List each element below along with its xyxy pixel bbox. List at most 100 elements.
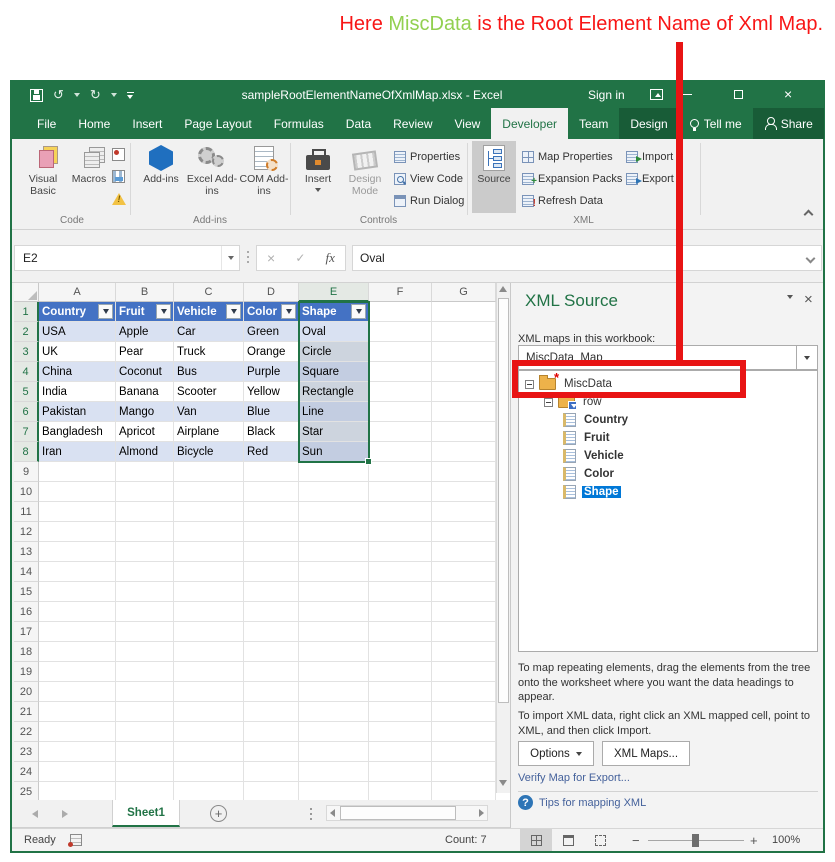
cell-B4[interactable]: Coconut xyxy=(116,362,174,382)
cell-E24[interactable] xyxy=(299,762,369,782)
cell-F5[interactable] xyxy=(369,382,432,402)
zoom-slider[interactable] xyxy=(648,840,744,841)
cell-D20[interactable] xyxy=(244,682,299,702)
cell-B25[interactable] xyxy=(116,782,174,800)
tree-item-vehicle[interactable]: Vehicle xyxy=(519,447,817,465)
cell-C14[interactable] xyxy=(174,562,244,582)
cell-C4[interactable]: Bus xyxy=(174,362,244,382)
collapse-ribbon-icon[interactable] xyxy=(804,210,814,220)
cell-D24[interactable] xyxy=(244,762,299,782)
view-code-button[interactable]: View Code xyxy=(394,170,463,188)
row-header-5[interactable]: 5 xyxy=(14,382,39,402)
cell-E13[interactable] xyxy=(299,542,369,562)
cell-E22[interactable] xyxy=(299,722,369,742)
tab-insert[interactable]: Insert xyxy=(121,108,173,139)
cell-A5[interactable]: India xyxy=(39,382,116,402)
cell-B7[interactable]: Apricot xyxy=(116,422,174,442)
cell-B12[interactable] xyxy=(116,522,174,542)
tips-link[interactable]: Tips for mapping XML xyxy=(539,797,646,809)
row-header-15[interactable]: 15 xyxy=(14,582,39,602)
next-sheet-icon[interactable] xyxy=(62,810,68,818)
cell-G9[interactable] xyxy=(432,462,496,482)
cell-D14[interactable] xyxy=(244,562,299,582)
cell-B19[interactable] xyxy=(116,662,174,682)
cell-D4[interactable]: Purple xyxy=(244,362,299,382)
row-header-7[interactable]: 7 xyxy=(14,422,39,442)
new-sheet-icon[interactable] xyxy=(210,805,227,822)
page-layout-view-button[interactable] xyxy=(552,829,584,851)
cell-B9[interactable] xyxy=(116,462,174,482)
cell-D9[interactable] xyxy=(244,462,299,482)
cell-G14[interactable] xyxy=(432,562,496,582)
cell-G24[interactable] xyxy=(432,762,496,782)
cell-E7[interactable]: Star xyxy=(299,422,369,442)
cell-D8[interactable]: Red xyxy=(244,442,299,462)
filter-dropdown-icon[interactable] xyxy=(226,304,241,319)
verify-map-link[interactable]: Verify Map for Export... xyxy=(518,772,630,784)
excel-add-ins-button[interactable]: Excel Add-ins xyxy=(186,141,238,213)
cell-F12[interactable] xyxy=(369,522,432,542)
redo-dropdown-icon[interactable] xyxy=(111,93,117,97)
insert-function-icon[interactable] xyxy=(326,250,335,266)
pane-close-icon[interactable] xyxy=(804,291,813,308)
cell-C19[interactable] xyxy=(174,662,244,682)
cell-D21[interactable] xyxy=(244,702,299,722)
cell-A21[interactable] xyxy=(39,702,116,722)
previous-sheet-icon[interactable] xyxy=(32,810,38,818)
tab-share[interactable]: Share xyxy=(753,108,824,139)
name-box-dropdown-icon[interactable] xyxy=(221,246,239,270)
cell-E8[interactable]: Sun xyxy=(299,442,369,462)
sheetbar-grip[interactable] xyxy=(310,808,312,821)
cell-D15[interactable] xyxy=(244,582,299,602)
cell-C5[interactable]: Scooter xyxy=(174,382,244,402)
filter-dropdown-icon[interactable] xyxy=(351,304,366,319)
save-icon[interactable] xyxy=(30,89,43,102)
cell-B17[interactable] xyxy=(116,622,174,642)
cell-C17[interactable] xyxy=(174,622,244,642)
xml-map-dropdown-icon[interactable] xyxy=(796,346,817,369)
cell-B5[interactable]: Banana xyxy=(116,382,174,402)
zoom-out-icon[interactable] xyxy=(632,833,640,848)
cell-G4[interactable] xyxy=(432,362,496,382)
insert-control-button[interactable]: Insert xyxy=(296,141,340,213)
tree-item-color[interactable]: Color xyxy=(519,465,817,483)
cell-D19[interactable] xyxy=(244,662,299,682)
cell-B2[interactable]: Apple xyxy=(116,322,174,342)
cell-D25[interactable] xyxy=(244,782,299,800)
column-header-E[interactable]: E xyxy=(299,283,369,302)
redo-icon[interactable] xyxy=(90,86,101,104)
cell-A23[interactable] xyxy=(39,742,116,762)
cell-G17[interactable] xyxy=(432,622,496,642)
zoom-slider-thumb[interactable] xyxy=(692,834,699,847)
customize-qat-icon[interactable] xyxy=(127,92,134,99)
cell-B21[interactable] xyxy=(116,702,174,722)
cancel-icon[interactable] xyxy=(267,250,275,266)
row-header-11[interactable]: 11 xyxy=(14,502,39,522)
cell-C16[interactable] xyxy=(174,602,244,622)
normal-view-button[interactable] xyxy=(520,829,552,851)
select-all-corner[interactable] xyxy=(14,283,39,302)
design-mode-button[interactable]: Design Mode xyxy=(342,141,388,213)
cell-C13[interactable] xyxy=(174,542,244,562)
row-header-1[interactable]: 1 xyxy=(14,302,39,322)
cell-A22[interactable] xyxy=(39,722,116,742)
cell-C20[interactable] xyxy=(174,682,244,702)
cell-G16[interactable] xyxy=(432,602,496,622)
cell-D17[interactable] xyxy=(244,622,299,642)
cell-E19[interactable] xyxy=(299,662,369,682)
row-header-24[interactable]: 24 xyxy=(14,762,39,782)
cell-F7[interactable] xyxy=(369,422,432,442)
cell-C15[interactable] xyxy=(174,582,244,602)
cell-D12[interactable] xyxy=(244,522,299,542)
cell-G23[interactable] xyxy=(432,742,496,762)
cell-E20[interactable] xyxy=(299,682,369,702)
row-header-25[interactable]: 25 xyxy=(14,782,39,800)
map-properties-button[interactable]: Map Properties xyxy=(522,148,613,166)
row-header-16[interactable]: 16 xyxy=(14,602,39,622)
tree-item-fruit[interactable]: Fruit xyxy=(519,429,817,447)
cell-C6[interactable]: Van xyxy=(174,402,244,422)
options-button[interactable]: Options xyxy=(518,741,594,766)
cell-E12[interactable] xyxy=(299,522,369,542)
row-header-10[interactable]: 10 xyxy=(14,482,39,502)
cell-D11[interactable] xyxy=(244,502,299,522)
